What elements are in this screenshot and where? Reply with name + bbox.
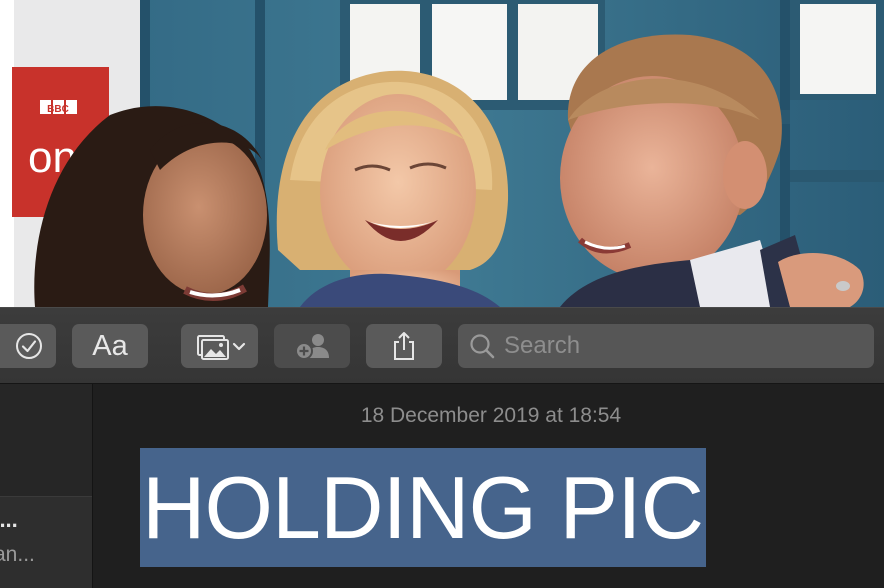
- note-editor[interactable]: 18 December 2019 at 18:54 HOLDING PIC: [93, 384, 884, 588]
- search-field[interactable]: Search: [458, 324, 874, 368]
- media-button[interactable]: [181, 324, 258, 368]
- note-list: n... an...: [0, 384, 93, 588]
- note-list-snippet: an...: [0, 543, 35, 566]
- note-date: 18 December 2019 at 18:54: [360, 404, 622, 427]
- checkmark-circle-icon: [16, 333, 42, 359]
- search-placeholder: Search: [504, 332, 581, 359]
- share-icon: [394, 332, 414, 360]
- search-icon: [470, 334, 495, 359]
- note-list-title: n...: [0, 507, 18, 532]
- note-photo[interactable]: BBC one: [0, 0, 884, 307]
- toolbar: Aa Search: [0, 307, 884, 384]
- chevron-down-icon: [232, 342, 245, 351]
- photo-browser-icon: [196, 335, 245, 360]
- svg-text:BBC: BBC: [47, 104, 69, 115]
- add-people-button[interactable]: [274, 324, 350, 368]
- note-list-item-previous[interactable]: [0, 384, 92, 497]
- note-list-item[interactable]: n... an...: [0, 497, 92, 588]
- checklist-button[interactable]: [0, 324, 56, 368]
- format-button[interactable]: Aa: [72, 324, 148, 368]
- note-heading-selected[interactable]: HOLDING PIC: [140, 448, 707, 567]
- add-people-icon: [295, 334, 329, 360]
- photo-image: BBC one: [0, 0, 884, 307]
- format-label: Aa: [92, 329, 128, 362]
- share-button[interactable]: [366, 324, 442, 368]
